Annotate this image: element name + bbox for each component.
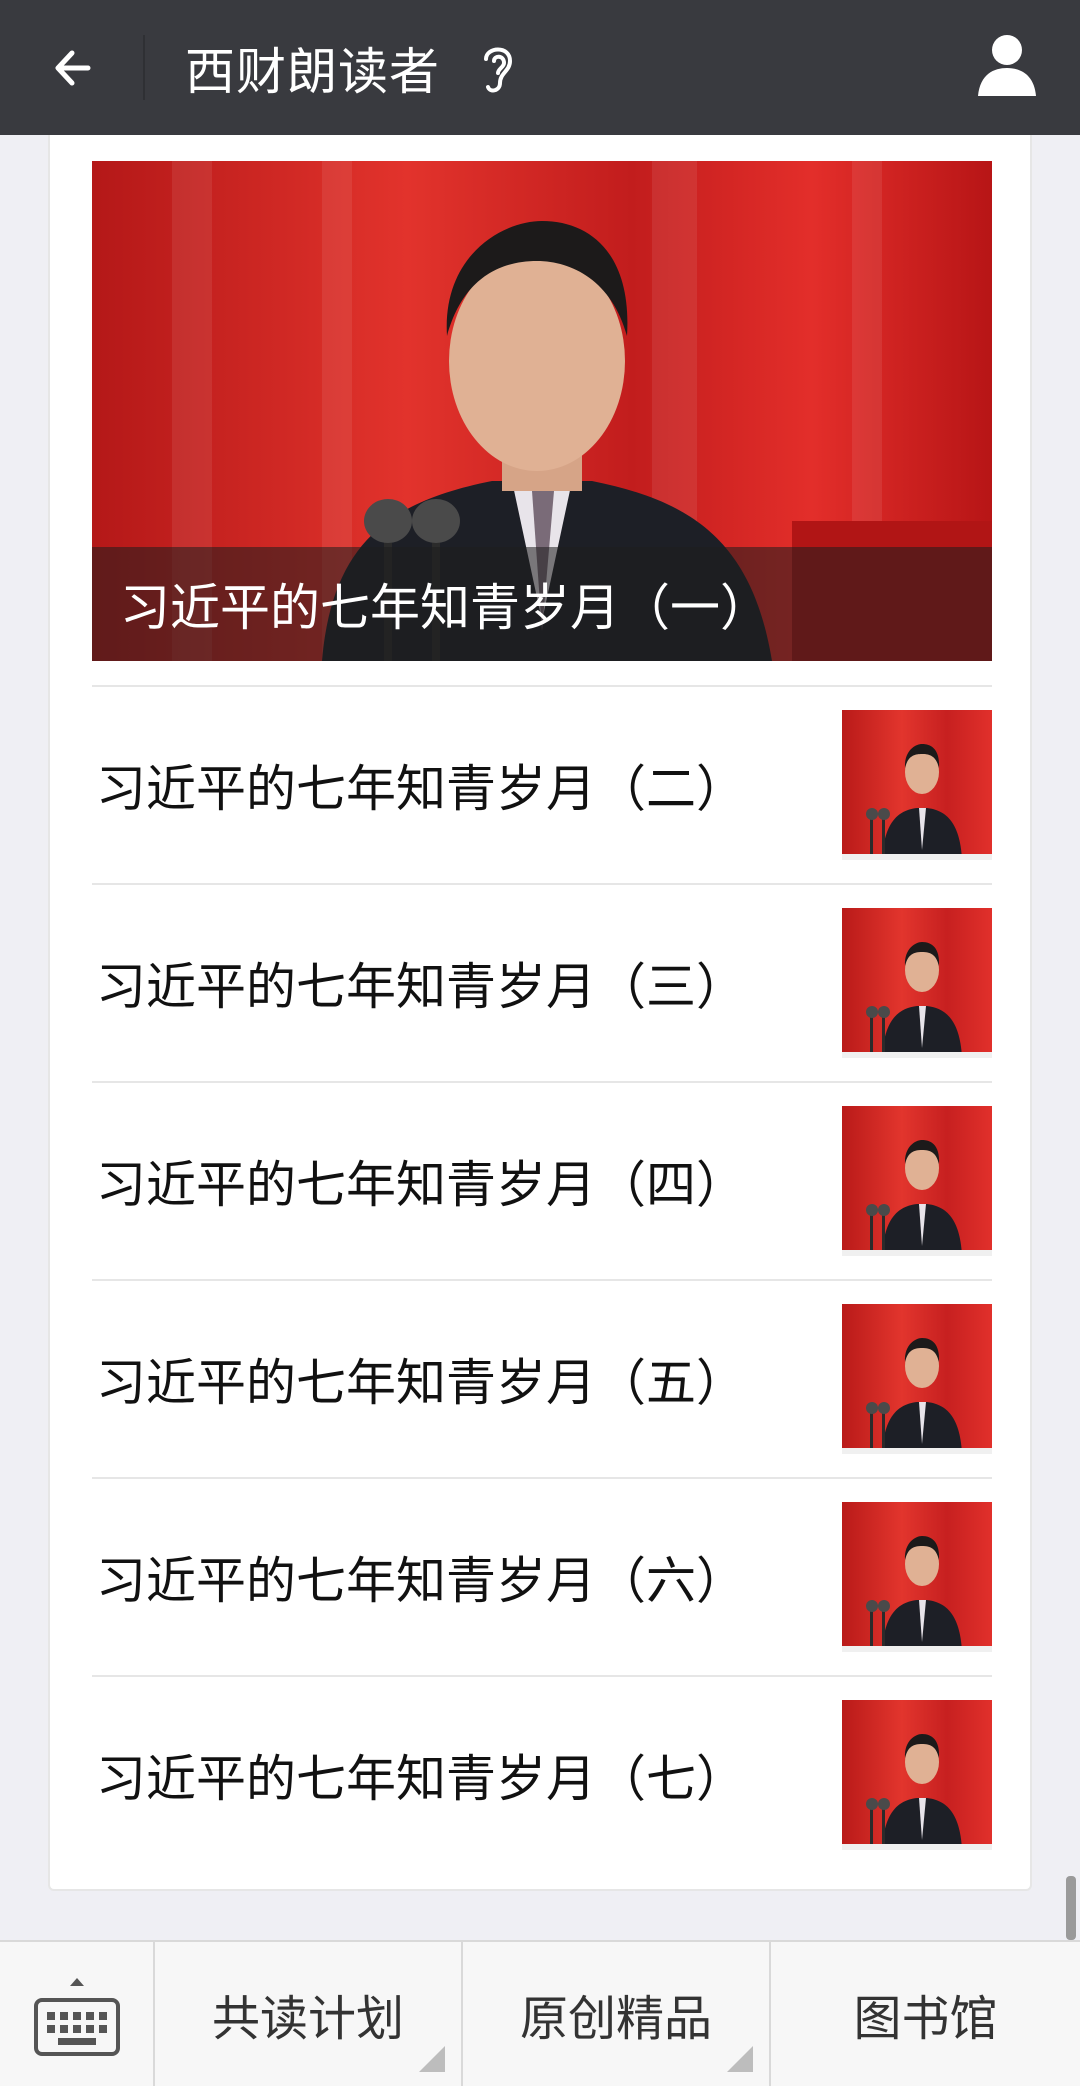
list-item-title: 习近平的七年知青岁月（七）: [96, 1750, 746, 1808]
submenu-indicator-icon: [419, 2046, 445, 2072]
keyboard-toggle-button[interactable]: [0, 1942, 155, 2086]
listen-button[interactable]: [476, 39, 520, 97]
list-item-thumbnail: [842, 1700, 992, 1850]
list-item-thumbnail: [842, 1304, 992, 1454]
submenu-indicator-icon: [727, 2046, 753, 2072]
menu-library[interactable]: 图书馆: [771, 1942, 1080, 2086]
article-list: 习近平的七年知青岁月（二） 习近平的七年知青岁月（三） 习近平的七年知青岁月（四…: [92, 685, 992, 1873]
list-item[interactable]: 习近平的七年知青岁月（四）: [92, 1081, 992, 1279]
list-item[interactable]: 习近平的七年知青岁月（二）: [92, 685, 992, 883]
menu-label: 图书馆: [853, 1991, 998, 2047]
list-item-thumbnail: [842, 710, 992, 860]
list-item-title: 习近平的七年知青岁月（四）: [96, 1156, 746, 1214]
top-bar: 西财朗读者: [0, 0, 1080, 135]
menu-original-works[interactable]: 原创精品: [463, 1942, 771, 2086]
list-item-title: 习近平的七年知青岁月（六）: [96, 1552, 746, 1610]
list-item-thumbnail: [842, 908, 992, 1058]
list-item[interactable]: 习近平的七年知青岁月（五）: [92, 1279, 992, 1477]
page-title: 西财朗读者: [185, 42, 440, 101]
list-item-thumbnail: [842, 1502, 992, 1652]
profile-button[interactable]: [972, 30, 1042, 100]
scrollbar[interactable]: [1066, 1876, 1076, 1940]
article-list-card: 习近平的七年知青岁月（一） 习近平的七年知青岁月（二） 习近平的七年知青岁月（三…: [48, 135, 1032, 1891]
list-item[interactable]: 习近平的七年知青岁月（七）: [92, 1675, 992, 1873]
profile-icon: [978, 35, 1036, 96]
ear-icon: [484, 47, 513, 92]
featured-article[interactable]: 习近平的七年知青岁月（一）: [92, 161, 992, 661]
list-item[interactable]: 习近平的七年知青岁月（三）: [92, 883, 992, 1081]
list-item-title: 习近平的七年知青岁月（三）: [96, 958, 746, 1016]
list-item-title: 习近平的七年知青岁月（五）: [96, 1354, 746, 1412]
bottom-menu-bar: 共读计划 原创精品 图书馆: [0, 1940, 1080, 2086]
featured-title: 习近平的七年知青岁月（一）: [92, 547, 992, 661]
back-button[interactable]: [0, 0, 145, 135]
back-arrow-icon: [55, 50, 90, 85]
menu-label: 原创精品: [519, 1991, 712, 2047]
menu-label: 共读计划: [211, 1991, 404, 2047]
menu-shared-reading[interactable]: 共读计划: [155, 1942, 463, 2086]
list-item-title: 习近平的七年知青岁月（二）: [96, 760, 746, 818]
list-item-thumbnail: [842, 1106, 992, 1256]
list-item[interactable]: 习近平的七年知青岁月（六）: [92, 1477, 992, 1675]
keyboard-icon: [33, 1978, 120, 2056]
